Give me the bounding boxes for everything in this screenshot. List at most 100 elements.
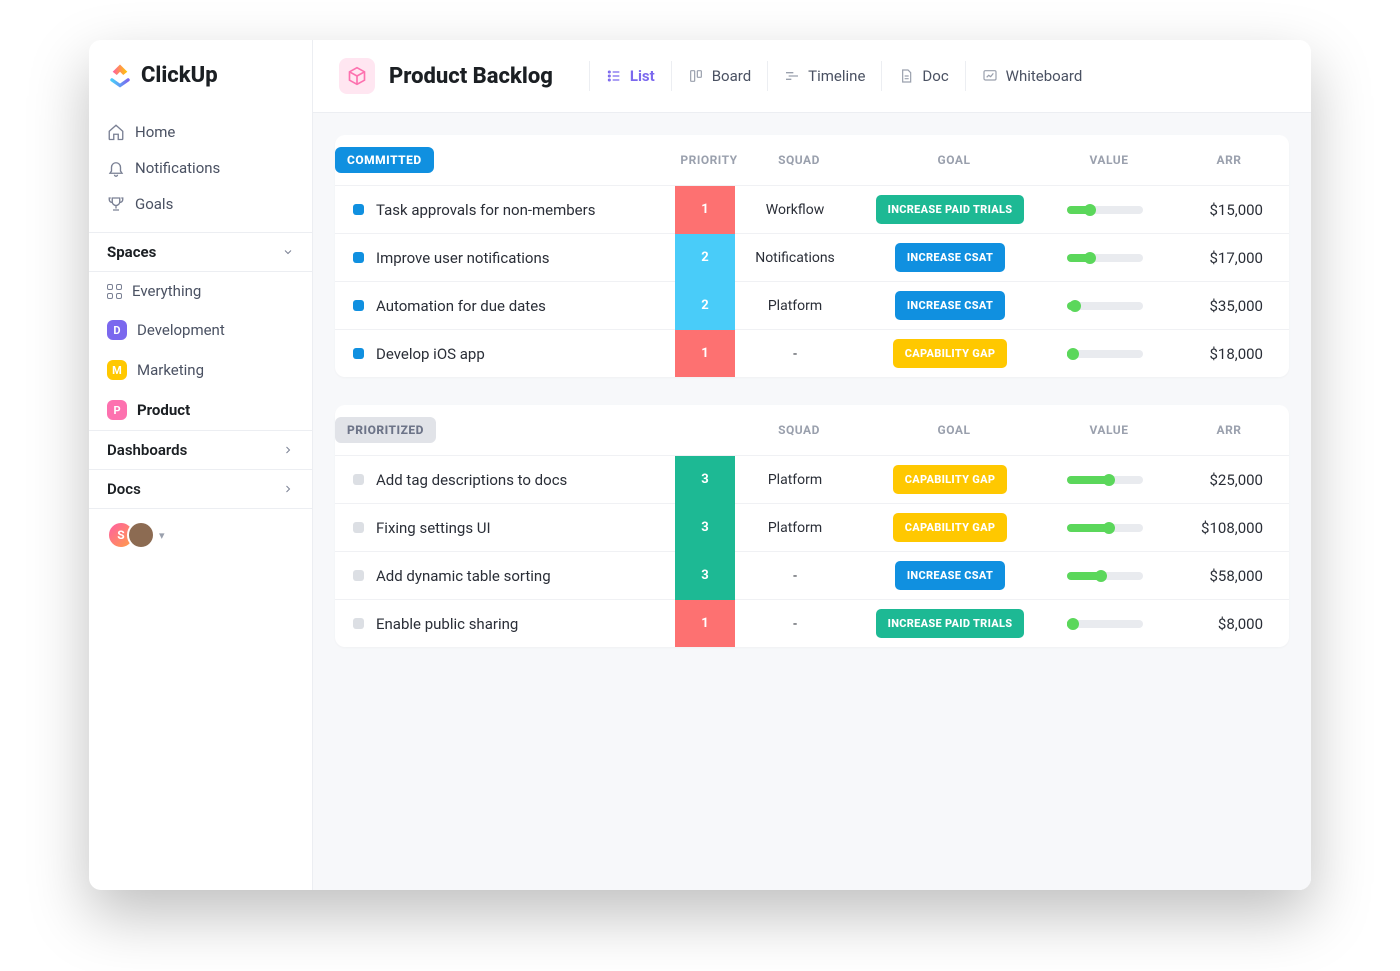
logo[interactable]: ClickUp: [89, 40, 312, 110]
priority-cell[interactable]: 2: [675, 282, 735, 330]
priority-cell[interactable]: 1: [675, 330, 735, 378]
squad-cell[interactable]: -: [735, 346, 855, 362]
goal-cell[interactable]: CAPABILITY GAP: [855, 513, 1045, 542]
space-item-marketing[interactable]: MMarketing: [89, 350, 312, 390]
view-tab-board[interactable]: Board: [671, 61, 767, 91]
value-cell[interactable]: [1045, 524, 1165, 532]
col-squad: SQUAD: [739, 153, 859, 167]
task-row[interactable]: Fixing settings UI3PlatformCAPABILITY GA…: [335, 503, 1289, 551]
priority-cell[interactable]: 1: [675, 600, 735, 648]
goal-cell[interactable]: CAPABILITY GAP: [855, 465, 1045, 494]
priority-cell[interactable]: 3: [675, 456, 735, 504]
sidebar-item-dashboards[interactable]: Dashboards: [89, 430, 312, 470]
avatar[interactable]: [127, 521, 155, 549]
view-tab-whiteboard[interactable]: Whiteboard: [965, 61, 1099, 91]
nav-item-home[interactable]: Home: [89, 114, 312, 150]
col-arr: ARR: [1169, 153, 1289, 167]
goal-cell[interactable]: INCREASE CSAT: [855, 243, 1045, 272]
task-row[interactable]: Automation for due dates2PlatformINCREAS…: [335, 281, 1289, 329]
goal-cell[interactable]: INCREASE CSAT: [855, 561, 1045, 590]
arr-cell[interactable]: $17,000: [1165, 249, 1285, 267]
chevron-right-icon: [282, 444, 294, 456]
squad-cell[interactable]: -: [735, 568, 855, 584]
arr-cell[interactable]: $25,000: [1165, 471, 1285, 489]
view-tab-list[interactable]: List: [589, 61, 671, 91]
primary-nav: Home Notifications Goals: [89, 110, 312, 232]
squad-cell[interactable]: Platform: [735, 520, 855, 536]
nav-item-bell[interactable]: Notifications: [89, 150, 312, 186]
goal-cell[interactable]: CAPABILITY GAP: [855, 339, 1045, 368]
arr-cell[interactable]: $35,000: [1165, 297, 1285, 315]
arr-cell[interactable]: $8,000: [1165, 615, 1285, 633]
arr-cell[interactable]: $108,000: [1165, 519, 1285, 537]
view-tabs: List Board Timeline Doc Whiteboard: [589, 61, 1098, 91]
sidebar-item-everything[interactable]: Everything: [89, 272, 312, 310]
sidebar-item-docs[interactable]: Docs: [89, 470, 312, 509]
view-tab-label: Board: [712, 67, 751, 85]
group-badge[interactable]: PRIORITIZED: [335, 417, 436, 443]
task-row[interactable]: Task approvals for non-members1WorkflowI…: [335, 185, 1289, 233]
task-row[interactable]: Add tag descriptions to docs 3PlatformCAP…: [335, 455, 1289, 503]
space-label: Product: [137, 401, 190, 419]
docs-label: Docs: [107, 480, 141, 498]
priority-cell[interactable]: 3: [675, 552, 735, 600]
squad-cell[interactable]: Platform: [735, 472, 855, 488]
squad-cell[interactable]: Notifications: [735, 250, 855, 266]
avatar-menu-caret[interactable]: ▾: [159, 529, 165, 542]
col-goal: GOAL: [859, 153, 1049, 167]
content: COMMITTEDPRIORITYSQUADGOALVALUEARRTask a…: [313, 113, 1311, 890]
status-square-icon: [353, 348, 364, 359]
task-row[interactable]: Enable public sharing1-INCREASE PAID TRI…: [335, 599, 1289, 647]
arr-cell[interactable]: $18,000: [1165, 345, 1285, 363]
status-square-icon: [353, 618, 364, 629]
bell-icon: [107, 159, 125, 177]
value-cell[interactable]: [1045, 206, 1165, 214]
squad-cell[interactable]: Workflow: [735, 202, 855, 218]
arr-cell[interactable]: $15,000: [1165, 201, 1285, 219]
group-badge[interactable]: COMMITTED: [335, 147, 434, 173]
goal-cell[interactable]: INCREASE PAID TRIALS: [855, 609, 1045, 638]
nav-item-trophy[interactable]: Goals: [89, 186, 312, 222]
space-item-product[interactable]: PProduct: [89, 390, 312, 430]
spaces-list: DDevelopmentMMarketingPProduct: [89, 310, 312, 430]
task-row[interactable]: Add dynamic table sorting3-INCREASE CSAT…: [335, 551, 1289, 599]
view-tab-label: List: [630, 67, 655, 85]
task-row[interactable]: Develop iOS app1-CAPABILITY GAP$18,000: [335, 329, 1289, 377]
everything-label: Everything: [132, 282, 201, 300]
goal-cell[interactable]: INCREASE PAID TRIALS: [855, 195, 1045, 224]
nav-label: Home: [135, 123, 175, 141]
space-icon: D: [107, 320, 127, 340]
value-cell[interactable]: [1045, 254, 1165, 262]
spaces-label: Spaces: [107, 243, 156, 261]
value-cell[interactable]: [1045, 620, 1165, 628]
priority-cell[interactable]: 1: [675, 186, 735, 234]
nav-label: Goals: [135, 195, 173, 213]
value-cell[interactable]: [1045, 302, 1165, 310]
chevron-down-icon: [282, 246, 294, 258]
user-avatars[interactable]: S▾: [89, 509, 312, 561]
goal-cell[interactable]: INCREASE CSAT: [855, 291, 1045, 320]
view-tab-doc[interactable]: Doc: [881, 61, 964, 91]
col-goal: GOAL: [859, 423, 1049, 437]
box-icon: [347, 66, 367, 86]
group-header: PRIORITIZEDSQUADGOALVALUEARR: [335, 405, 1289, 455]
app-window: ClickUp Home Notifications Goals Spaces Ev…: [89, 40, 1311, 890]
status-square-icon: [353, 522, 364, 533]
value-cell[interactable]: [1045, 350, 1165, 358]
arr-cell[interactable]: $58,000: [1165, 567, 1285, 585]
task-title: Add tag descriptions to docs: [376, 471, 567, 489]
priority-cell[interactable]: 3: [675, 504, 735, 552]
squad-cell[interactable]: -: [735, 616, 855, 632]
priority-cell[interactable]: 2: [675, 234, 735, 282]
chevron-right-icon: [282, 483, 294, 495]
value-cell[interactable]: [1045, 476, 1165, 484]
space-label: Marketing: [137, 361, 204, 379]
task-row[interactable]: Improve user notifications2Notifications…: [335, 233, 1289, 281]
space-item-development[interactable]: DDevelopment: [89, 310, 312, 350]
spaces-header[interactable]: Spaces: [89, 232, 312, 272]
squad-cell[interactable]: Platform: [735, 298, 855, 314]
status-square-icon: [353, 474, 364, 485]
view-tab-label: Doc: [922, 67, 948, 85]
value-cell[interactable]: [1045, 572, 1165, 580]
view-tab-timeline[interactable]: Timeline: [767, 61, 881, 91]
